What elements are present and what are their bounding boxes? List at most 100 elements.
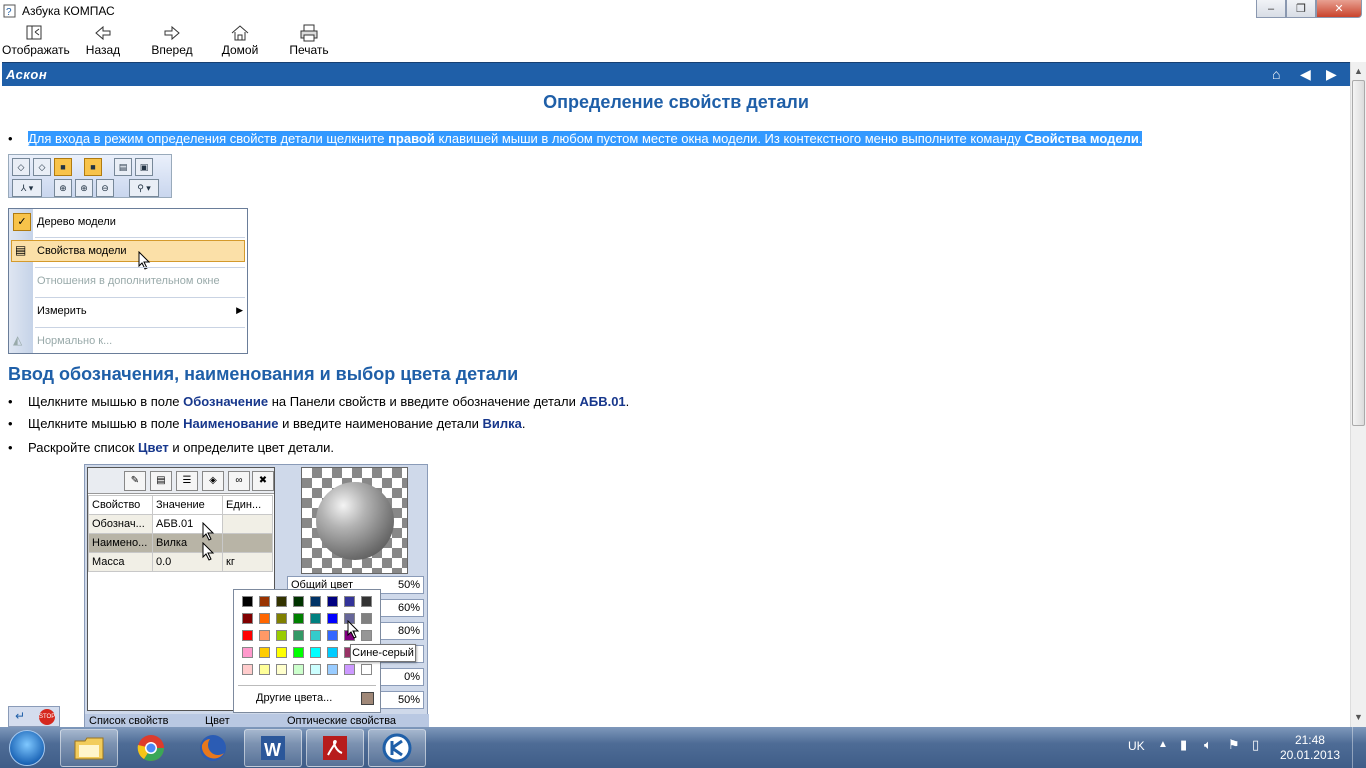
color-swatch[interactable] <box>293 664 304 675</box>
properties-icon: ▤ <box>114 158 132 176</box>
home-button[interactable]: Домой <box>220 24 260 57</box>
color-swatch[interactable] <box>293 613 304 624</box>
current-color-swatch <box>361 692 374 705</box>
intro-bold-1: правой <box>388 131 435 146</box>
color-swatch[interactable] <box>344 664 355 675</box>
home-icon <box>231 25 249 41</box>
color-swatch[interactable] <box>242 630 253 641</box>
taskbar-acrobat[interactable] <box>306 729 364 767</box>
color-swatch[interactable] <box>276 596 287 607</box>
language-indicator[interactable]: UK <box>1128 739 1145 753</box>
properties-table: Свойство Значение Един... Обознач... АБВ… <box>88 495 273 572</box>
zoom-out-icon: ⊖ <box>96 179 114 197</box>
print-button[interactable]: Печать <box>288 24 330 57</box>
forward-button[interactable]: Вперед <box>150 24 194 57</box>
cell <box>222 533 273 553</box>
color-swatch[interactable] <box>276 664 287 675</box>
color-swatch[interactable] <box>259 647 270 658</box>
header-value: Значение <box>152 495 223 515</box>
color-swatch[interactable] <box>276 630 287 641</box>
optical-value: 60% <box>397 602 420 614</box>
taskbar-firefox[interactable] <box>184 729 242 767</box>
optical-value: 0% <box>404 671 420 683</box>
tab-props: Список свойств <box>89 715 169 727</box>
color-swatch[interactable] <box>259 613 270 624</box>
home-nav-icon[interactable]: ⌂ <box>1272 66 1280 82</box>
color-swatch[interactable] <box>293 630 304 641</box>
color-swatch[interactable] <box>327 596 338 607</box>
scroll-down-arrow-icon[interactable]: ▼ <box>1354 712 1363 722</box>
firefox-icon <box>200 735 226 761</box>
close-button[interactable]: ✕ <box>1316 0 1362 18</box>
b1-kw-2: АБВ.01 <box>579 394 626 409</box>
color-swatch[interactable] <box>259 664 270 675</box>
color-tooltip: Сине-серый <box>350 644 416 662</box>
color-swatch[interactable] <box>242 647 253 658</box>
list-icon: ☰ <box>176 471 198 491</box>
tray-expand-icon[interactable]: ▲ <box>1158 739 1168 750</box>
clock[interactable]: 21:48 20.01.2013 <box>1280 733 1340 763</box>
color-swatch[interactable] <box>242 596 253 607</box>
color-swatch[interactable] <box>310 596 321 607</box>
color-swatch[interactable] <box>293 596 304 607</box>
cell: Наимено... <box>88 533 153 553</box>
action-center-flag-icon[interactable]: ⚑ <box>1228 737 1240 753</box>
clock-time: 21:48 <box>1294 733 1325 747</box>
color-swatch[interactable] <box>276 647 287 658</box>
vertical-scrollbar[interactable]: ▲ ▼ <box>1350 62 1366 727</box>
color-swatch[interactable] <box>310 664 321 675</box>
save-icon: ▣ <box>135 158 153 176</box>
show-button[interactable]: Отображать <box>2 24 70 57</box>
color-swatch[interactable] <box>276 613 287 624</box>
color-swatch[interactable] <box>361 596 372 607</box>
maximize-button[interactable]: ❐ <box>1286 0 1316 18</box>
color-swatch[interactable] <box>310 647 321 658</box>
color-swatch[interactable] <box>327 613 338 624</box>
checkmark-icon: ✓ <box>13 213 31 231</box>
menu-item-model-properties: Свойства модели <box>37 245 127 257</box>
color-swatch[interactable] <box>327 630 338 641</box>
color-swatch[interactable] <box>310 630 321 641</box>
print-label: Печать <box>289 43 329 57</box>
next-page-icon[interactable]: ▶ <box>1326 66 1337 83</box>
show-desktop-button[interactable] <box>1352 727 1366 768</box>
taskbar-explorer[interactable] <box>60 729 118 767</box>
volume-icon[interactable]: 🔈︎ <box>1204 737 1212 753</box>
color-swatch[interactable] <box>327 647 338 658</box>
taskbar-word[interactable]: W <box>244 729 302 767</box>
color-swatch[interactable] <box>293 647 304 658</box>
taskbar-kompas[interactable] <box>368 729 426 767</box>
color-swatch[interactable] <box>310 613 321 624</box>
network-icon[interactable]: ▮ <box>1180 737 1187 753</box>
color-swatch[interactable] <box>361 664 372 675</box>
svg-text:W: W <box>264 740 281 760</box>
optical-value: 50% <box>397 694 420 706</box>
stop-strip: ↵ STOP <box>8 706 60 727</box>
color-swatch[interactable] <box>242 613 253 624</box>
intro-paragraph: • Для входа в режим определения свойств д… <box>8 131 1143 146</box>
windows-orb-icon <box>9 730 45 766</box>
table-row: Наимено... Вилка <box>88 533 273 553</box>
taskbar-chrome[interactable] <box>122 729 180 767</box>
menu-item-normal-to: Нормально к... <box>37 335 113 347</box>
back-button[interactable]: Назад <box>84 24 122 57</box>
color-swatch[interactable] <box>344 596 355 607</box>
shaded-edges-icon: ■ <box>84 158 102 176</box>
help-toolbar: Отображать Назад Вперед Домой Печать <box>0 22 1366 62</box>
scroll-thumb[interactable] <box>1352 80 1365 426</box>
usb-device-icon[interactable]: ▯ <box>1252 737 1259 753</box>
color-swatch[interactable] <box>259 630 270 641</box>
enter-icon: ↵ <box>15 709 26 723</box>
start-button[interactable] <box>2 728 52 768</box>
color-swatch[interactable] <box>327 664 338 675</box>
color-swatch[interactable] <box>259 596 270 607</box>
color-swatch[interactable] <box>361 630 372 641</box>
prev-page-icon[interactable]: ◀ <box>1300 66 1311 83</box>
color-swatch[interactable] <box>361 613 372 624</box>
normal-to-icon: ◭ <box>13 333 23 347</box>
minimize-button[interactable]: – <box>1256 0 1286 18</box>
printer-icon <box>300 24 318 42</box>
color-swatch[interactable] <box>242 664 253 675</box>
scroll-up-arrow-icon[interactable]: ▲ <box>1354 66 1363 76</box>
forward-arrow-icon <box>164 25 180 41</box>
